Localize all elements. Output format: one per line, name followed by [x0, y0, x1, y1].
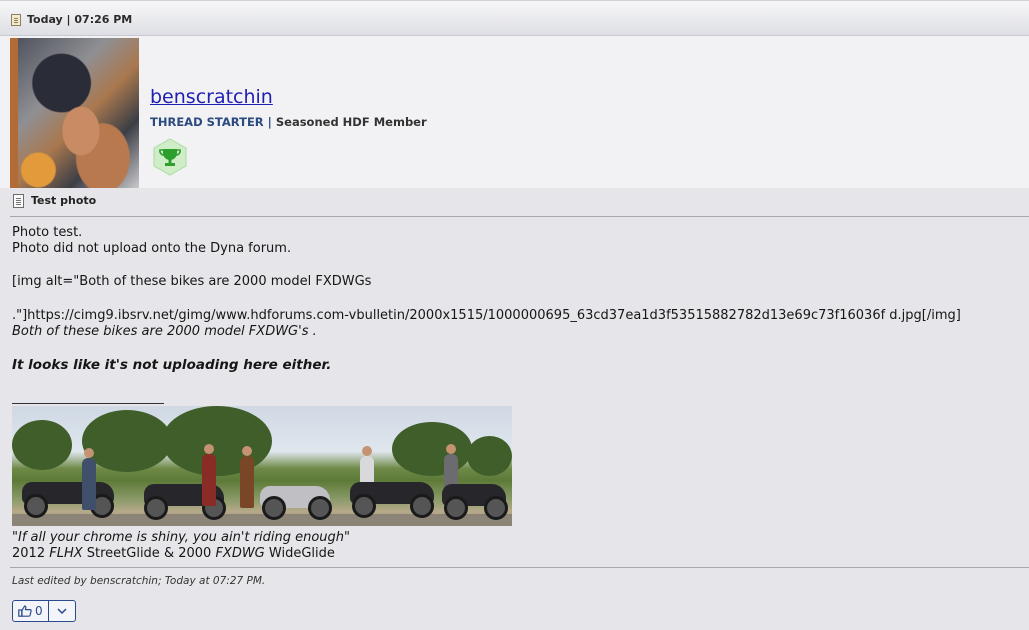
- signature-text: 2012: [12, 546, 50, 561]
- divider: [10, 216, 1029, 217]
- document-icon: [13, 194, 24, 208]
- reaction-menu-button[interactable]: [47, 601, 75, 621]
- content-line: Photo did not upload onto the Dyna forum…: [12, 241, 292, 256]
- thumbs-up-icon: [18, 605, 32, 617]
- like-control: 0: [12, 600, 76, 622]
- chevron-down-icon: [57, 608, 67, 614]
- signature-image[interactable]: [12, 406, 512, 526]
- content-line: It looks like it's not uploading here ei…: [12, 357, 332, 373]
- signature-quote: "If all your chrome is shiny, you ain't …: [12, 530, 350, 545]
- thread-starter-label: THREAD STARTER: [150, 115, 264, 129]
- role-separator: |: [267, 115, 272, 129]
- post-title: Test photo: [31, 194, 97, 207]
- content-line: Both of these bikes are 2000 model FXDWG…: [12, 324, 317, 339]
- post-header-bar: Today | 07:26 PM: [0, 0, 1029, 36]
- signature-separator: [12, 403, 164, 404]
- content-line: [img alt="Both of these bikes are 2000 m…: [12, 274, 372, 289]
- like-button[interactable]: 0: [13, 601, 48, 621]
- content-line: ."]https://cimg9.ibsrv.net/gimg/www.hdfo…: [12, 308, 961, 323]
- signature-model: FXDWG: [215, 546, 265, 561]
- post-title-row: Test photo: [0, 188, 1029, 216]
- content-line: Photo test.: [12, 225, 83, 240]
- post-date: Today | 07:26 PM: [27, 13, 133, 26]
- last-edited-note: Last edited by benscratchin; Today at 07…: [12, 575, 266, 587]
- signature-bikes: 2012 FLHX StreetGlide & 2000 FXDWG WideG…: [12, 546, 335, 561]
- user-roles: THREAD STARTER | Seasoned HDF Member: [150, 115, 427, 129]
- username-link[interactable]: benscratchin: [150, 86, 273, 108]
- like-count: 0: [35, 604, 43, 618]
- avatar[interactable]: [10, 38, 139, 188]
- signature-text: StreetGlide & 2000: [82, 546, 216, 561]
- signature-text: WideGlide: [264, 546, 335, 561]
- divider: [10, 567, 1029, 568]
- user-info-panel: benscratchin THREAD STARTER | Seasoned HDF…: [0, 36, 1029, 188]
- user-rank: Seasoned HDF Member: [275, 115, 427, 129]
- signature-model: FLHX: [49, 546, 83, 561]
- post-icon: [11, 14, 21, 26]
- trophy-icon[interactable]: [152, 138, 188, 176]
